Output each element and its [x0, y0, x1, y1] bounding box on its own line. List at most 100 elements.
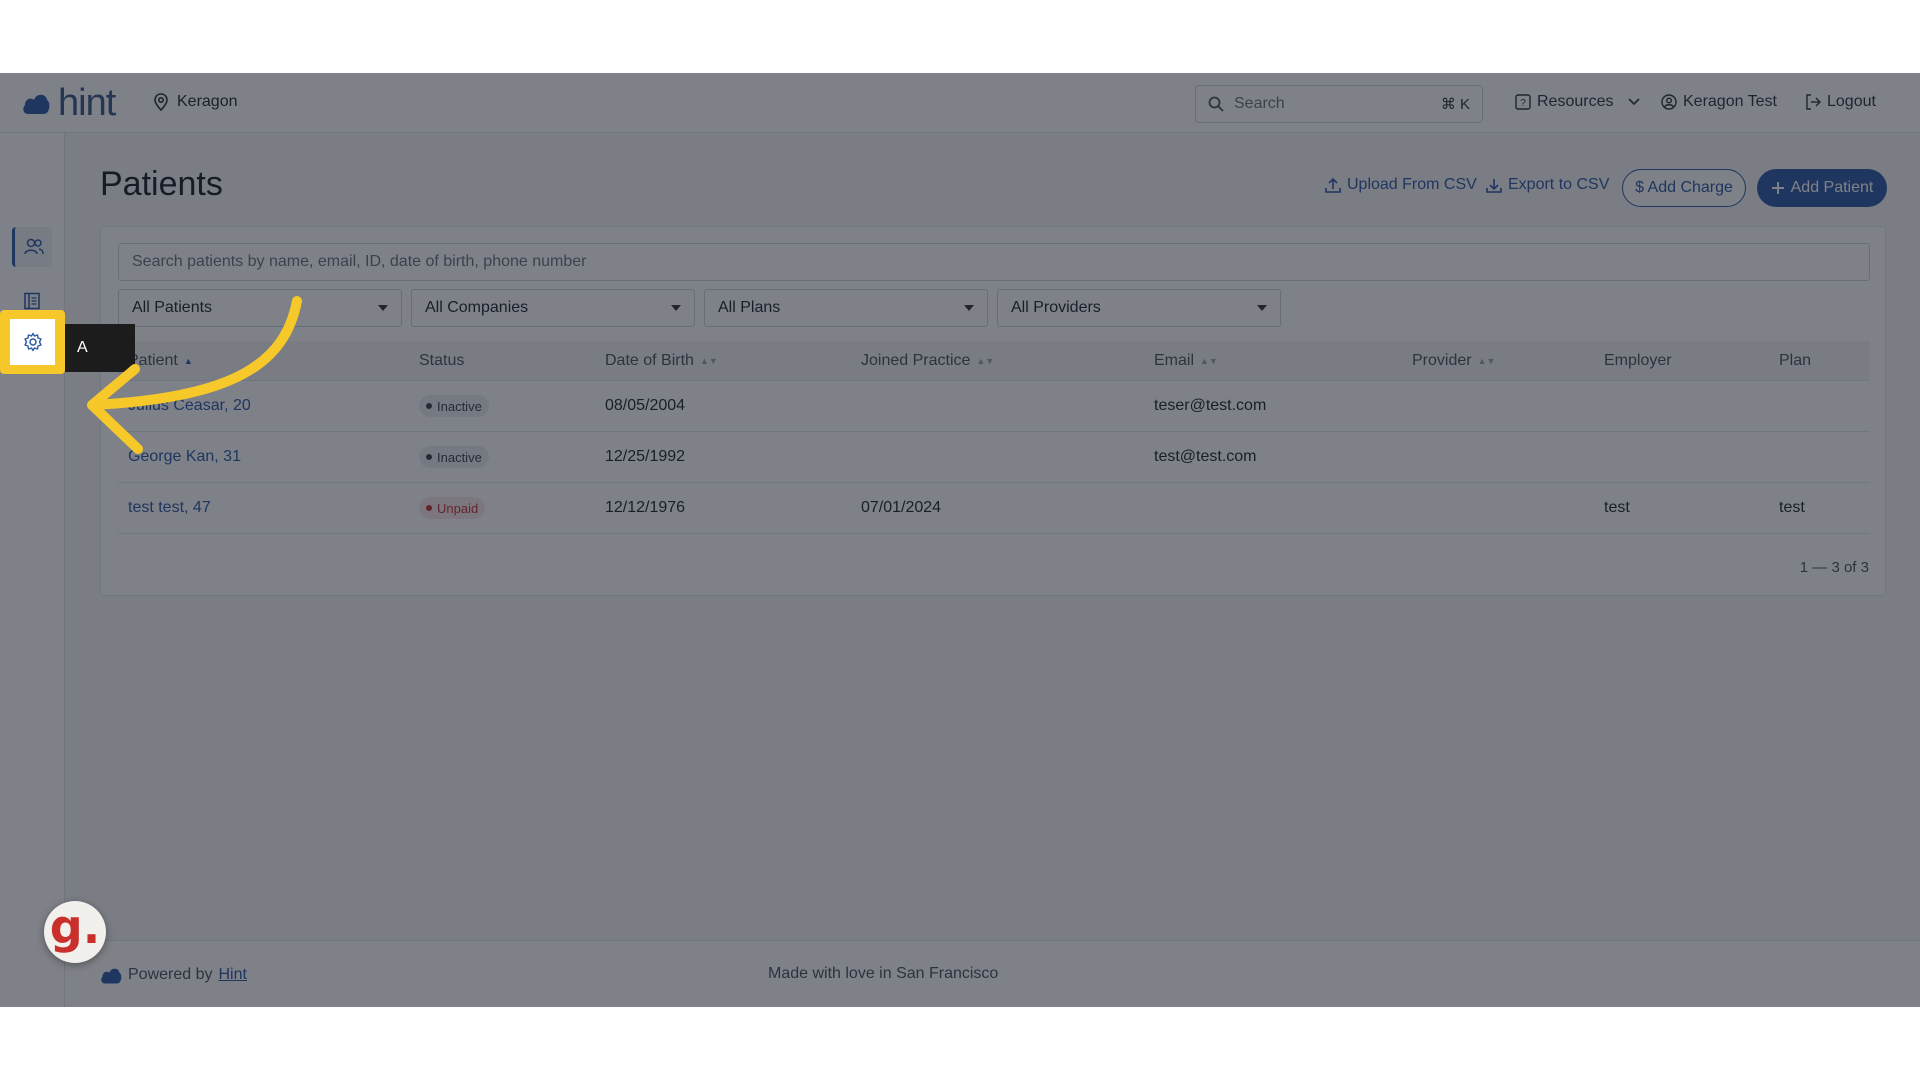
users-icon	[23, 238, 44, 255]
help-square-icon: ?	[1515, 94, 1531, 110]
top-bar: hint Keragon Search ⌘ K ? Resources Kera…	[0, 73, 1920, 133]
column-email[interactable]: Email ▲▼	[1154, 352, 1218, 370]
patient-name-link[interactable]: test test, 47	[128, 499, 211, 517]
status-dot-icon	[426, 505, 432, 511]
add-patient-label: Add Patient	[1790, 179, 1874, 196]
global-search-input[interactable]: Search ⌘ K	[1195, 85, 1483, 123]
dob-cell: 12/12/1976	[605, 499, 686, 516]
search-shortcut: ⌘ K	[1440, 96, 1470, 113]
email-cell: teser@test.com	[1154, 397, 1267, 414]
made-with-love: Made with love in San Francisco	[768, 965, 999, 982]
caret-down-icon	[964, 305, 974, 311]
table-row[interactable]: George Kan, 31 Inactive 12/25/1992 test@…	[118, 433, 1870, 483]
upload-csv-label: Upload From CSV	[1347, 176, 1477, 193]
filter-companies-label: All Companies	[425, 299, 529, 316]
sort-icon: ▲▼	[699, 356, 718, 366]
export-csv-button[interactable]: Export to CSV	[1486, 176, 1609, 194]
column-plan-label: Plan	[1779, 352, 1812, 369]
column-dob[interactable]: Date of Birth ▲▼	[605, 352, 718, 370]
filter-plans-label: All Plans	[718, 299, 781, 316]
download-icon	[1486, 179, 1502, 193]
column-provider[interactable]: Provider ▲▼	[1412, 352, 1495, 370]
resources-label: Resources	[1537, 93, 1614, 110]
sidebar	[0, 133, 65, 1007]
column-dob-label: Date of Birth	[605, 352, 694, 369]
email-cell: test@test.com	[1154, 448, 1257, 465]
column-status-label: Status	[419, 352, 465, 369]
sidebar-item-patients[interactable]	[12, 227, 52, 267]
ledger-icon	[24, 292, 40, 310]
filter-providers-label: All Providers	[1011, 299, 1101, 316]
location-label: Keragon	[177, 93, 238, 110]
export-csv-label: Export to CSV	[1508, 176, 1610, 193]
table-row[interactable]: Julius Ceasar, 20 Inactive 08/05/2004 te…	[118, 382, 1870, 432]
powered-by: Powered by Hint	[100, 965, 247, 985]
upload-icon	[1325, 177, 1341, 193]
search-icon	[1208, 96, 1224, 112]
cloud-logo-icon	[101, 968, 122, 984]
plus-icon	[1771, 182, 1784, 194]
guide-arrow-icon	[87, 296, 302, 454]
table-header: Patient ▲ Status Date of Birth ▲▼ Joined…	[118, 341, 1870, 381]
cloud-logo-icon	[23, 94, 50, 114]
status-label: Unpaid	[437, 500, 479, 516]
column-provider-label: Provider	[1412, 352, 1472, 369]
user-label: Keragon Test	[1683, 93, 1777, 110]
powered-prefix: Powered by	[128, 966, 213, 983]
column-email-label: Email	[1154, 352, 1195, 369]
user-circle-icon	[1661, 94, 1677, 110]
sort-icon: ▲▼	[1200, 356, 1218, 366]
chevron-down-icon	[1628, 98, 1641, 106]
page-title: Patients	[100, 165, 223, 203]
gear-icon	[23, 332, 42, 352]
column-joined-label: Joined Practice	[861, 352, 971, 369]
patients-card: Search patients by name, email, ID, date…	[100, 226, 1886, 596]
add-patient-button[interactable]: Add Patient	[1757, 169, 1887, 207]
map-pin-icon	[154, 93, 168, 111]
dob-cell: 08/05/2004	[605, 397, 686, 414]
logout-label: Logout	[1827, 93, 1876, 110]
filter-companies[interactable]: All Companies	[411, 289, 695, 327]
footer: Powered by Hint Made with love in San Fr…	[65, 940, 1920, 1007]
column-joined[interactable]: Joined Practice ▲▼	[861, 352, 994, 370]
guide-badge[interactable]: g.	[44, 901, 106, 963]
filter-plans[interactable]: All Plans	[704, 289, 988, 327]
column-status: Status	[419, 352, 464, 370]
table-row[interactable]: test test, 47 Unpaid 12/12/1976 07/01/20…	[118, 484, 1870, 534]
patient-search-input[interactable]: Search patients by name, email, ID, date…	[118, 243, 1870, 281]
sort-icon: ▲▼	[1477, 356, 1496, 366]
sidebar-item-settings[interactable]	[0, 310, 65, 374]
settings-button-inner	[10, 319, 55, 365]
user-menu[interactable]: Keragon Test	[1661, 93, 1777, 111]
caret-down-icon	[671, 305, 681, 311]
status-dot-icon	[426, 454, 432, 460]
location-selector[interactable]: Keragon	[153, 93, 238, 111]
sort-icon: ▲▼	[976, 356, 995, 366]
pagination-info: 1 — 3 of 3	[1799, 559, 1869, 576]
hint-logo[interactable]: hint	[22, 82, 116, 124]
search-placeholder: Search	[1234, 95, 1285, 112]
employer-cell: test	[1604, 499, 1630, 516]
status-label: Inactive	[437, 398, 482, 414]
column-employer-label: Employer	[1604, 352, 1672, 369]
filter-providers[interactable]: All Providers	[997, 289, 1281, 327]
upload-csv-button[interactable]: Upload From CSV	[1325, 176, 1477, 194]
column-plan: Plan	[1779, 352, 1811, 370]
logo-text: hint	[58, 82, 116, 124]
status-badge: Inactive	[419, 446, 489, 468]
dob-cell: 12/25/1992	[605, 448, 686, 465]
caret-down-icon	[1257, 305, 1267, 311]
logout-button[interactable]: Logout	[1805, 93, 1876, 111]
add-charge-label: $ Add Charge	[1635, 179, 1733, 196]
resources-menu[interactable]: ? Resources	[1515, 93, 1641, 111]
joined-cell: 07/01/2024	[861, 499, 942, 516]
hint-link[interactable]: Hint	[219, 966, 247, 984]
column-employer: Employer	[1604, 352, 1672, 370]
app-frame: hint Keragon Search ⌘ K ? Resources Kera…	[0, 73, 1920, 1007]
status-dot-icon	[426, 403, 432, 409]
status-badge: Unpaid	[419, 497, 486, 519]
status-label: Inactive	[437, 449, 482, 465]
guide-badge-label: g.	[49, 900, 101, 954]
add-charge-button[interactable]: $ Add Charge	[1622, 169, 1746, 207]
logout-icon	[1806, 94, 1821, 110]
